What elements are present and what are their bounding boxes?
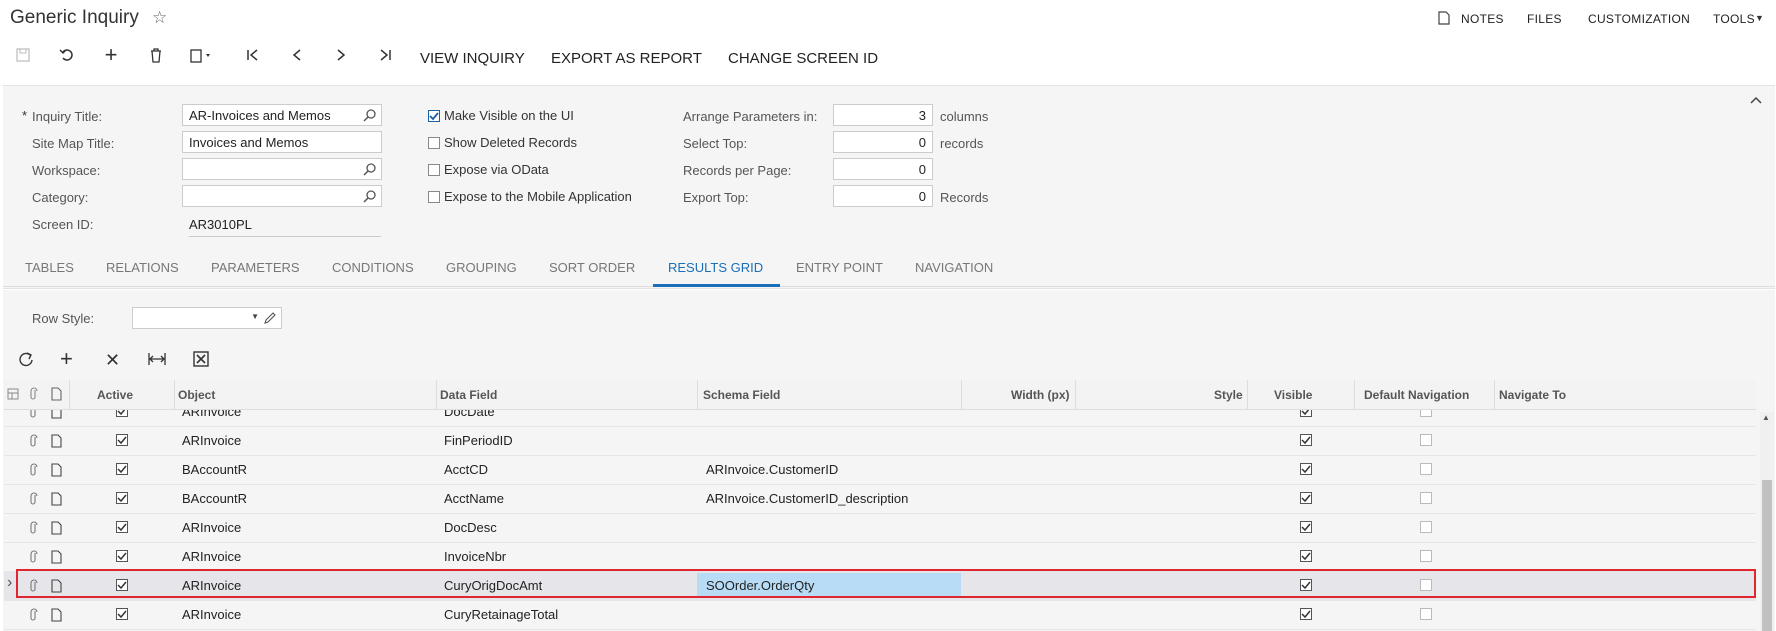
active-checkbox[interactable] [116, 434, 128, 446]
table-row[interactable]: ARInvoice FinPeriodID [4, 426, 1756, 456]
attachment-icon[interactable] [28, 463, 38, 477]
data-field-cell[interactable]: CuryRetainageTotal [444, 607, 558, 622]
object-cell[interactable]: ARInvoice [182, 549, 241, 564]
visible-checkbox[interactable] [1300, 434, 1312, 446]
data-field-cell[interactable]: DocDesc [444, 520, 497, 535]
note-icon[interactable] [51, 521, 62, 535]
default-navigation-checkbox[interactable] [1420, 410, 1432, 417]
note-icon[interactable] [51, 608, 62, 622]
scroll-up-icon[interactable]: ▲ [1762, 413, 1770, 422]
default-navigation-checkbox[interactable] [1420, 608, 1432, 620]
visible-checkbox[interactable] [1300, 463, 1312, 475]
data-field-cell[interactable]: AcctName [444, 491, 504, 506]
note-icon[interactable] [51, 434, 62, 448]
default-navigation-checkbox[interactable] [1420, 521, 1432, 533]
data-field-cell[interactable]: DocDate [444, 410, 495, 419]
active-checkbox[interactable] [116, 410, 128, 417]
visible-checkbox[interactable] [1300, 550, 1312, 562]
object-cell[interactable]: BAccountR [182, 462, 247, 477]
table-row[interactable]: BAccountR AcctName ARInvoice.CustomerID_de… [4, 484, 1756, 514]
row-selector-icon: › [7, 574, 13, 591]
schema-field-cell[interactable]: ARInvoice.CustomerID [706, 462, 838, 477]
object-cell[interactable]: ARInvoice [182, 410, 241, 419]
attachment-icon[interactable] [28, 550, 38, 564]
default-navigation-checkbox[interactable] [1420, 434, 1432, 446]
data-field-cell[interactable]: AcctCD [444, 462, 488, 477]
visible-checkbox[interactable] [1300, 492, 1312, 504]
grid-body: ARInvoice DocDate ARInvoice FinPeriodID BAcc… [0, 0, 1776, 631]
active-checkbox[interactable] [116, 608, 128, 620]
active-checkbox[interactable] [116, 492, 128, 504]
attachment-icon[interactable] [28, 434, 38, 448]
attachment-icon[interactable] [28, 492, 38, 506]
note-icon[interactable] [51, 463, 62, 477]
table-row[interactable]: ARInvoice InvoiceNbr [4, 542, 1756, 572]
object-cell[interactable]: ARInvoice [182, 607, 241, 622]
selected-row-callout [16, 569, 1756, 598]
note-icon[interactable] [51, 492, 62, 506]
table-row[interactable]: ARInvoice DocDate [4, 405, 1756, 427]
data-field-cell[interactable]: FinPeriodID [444, 433, 513, 448]
attachment-icon[interactable] [28, 608, 38, 622]
grid-scrollbar-thumb[interactable] [1762, 480, 1772, 631]
default-navigation-checkbox[interactable] [1420, 492, 1432, 504]
visible-checkbox[interactable] [1300, 608, 1312, 620]
data-field-cell[interactable]: InvoiceNbr [444, 549, 506, 564]
table-row[interactable]: ARInvoice CuryRetainageTotal [4, 600, 1756, 630]
schema-field-cell[interactable]: ARInvoice.CustomerID_description [706, 491, 908, 506]
attachment-icon[interactable] [28, 405, 38, 419]
table-row[interactable]: ARInvoice DocDesc [4, 513, 1756, 543]
default-navigation-checkbox[interactable] [1420, 463, 1432, 475]
default-navigation-checkbox[interactable] [1420, 550, 1432, 562]
active-checkbox[interactable] [116, 550, 128, 562]
active-checkbox[interactable] [116, 463, 128, 475]
attachment-icon[interactable] [28, 521, 38, 535]
note-icon[interactable] [51, 405, 62, 419]
note-icon[interactable] [51, 550, 62, 564]
table-row[interactable]: BAccountR AcctCD ARInvoice.CustomerID [4, 455, 1756, 485]
object-cell[interactable]: ARInvoice [182, 520, 241, 535]
active-checkbox[interactable] [116, 521, 128, 533]
visible-checkbox[interactable] [1300, 521, 1312, 533]
object-cell[interactable]: BAccountR [182, 491, 247, 506]
visible-checkbox[interactable] [1300, 410, 1312, 417]
object-cell[interactable]: ARInvoice [182, 433, 241, 448]
